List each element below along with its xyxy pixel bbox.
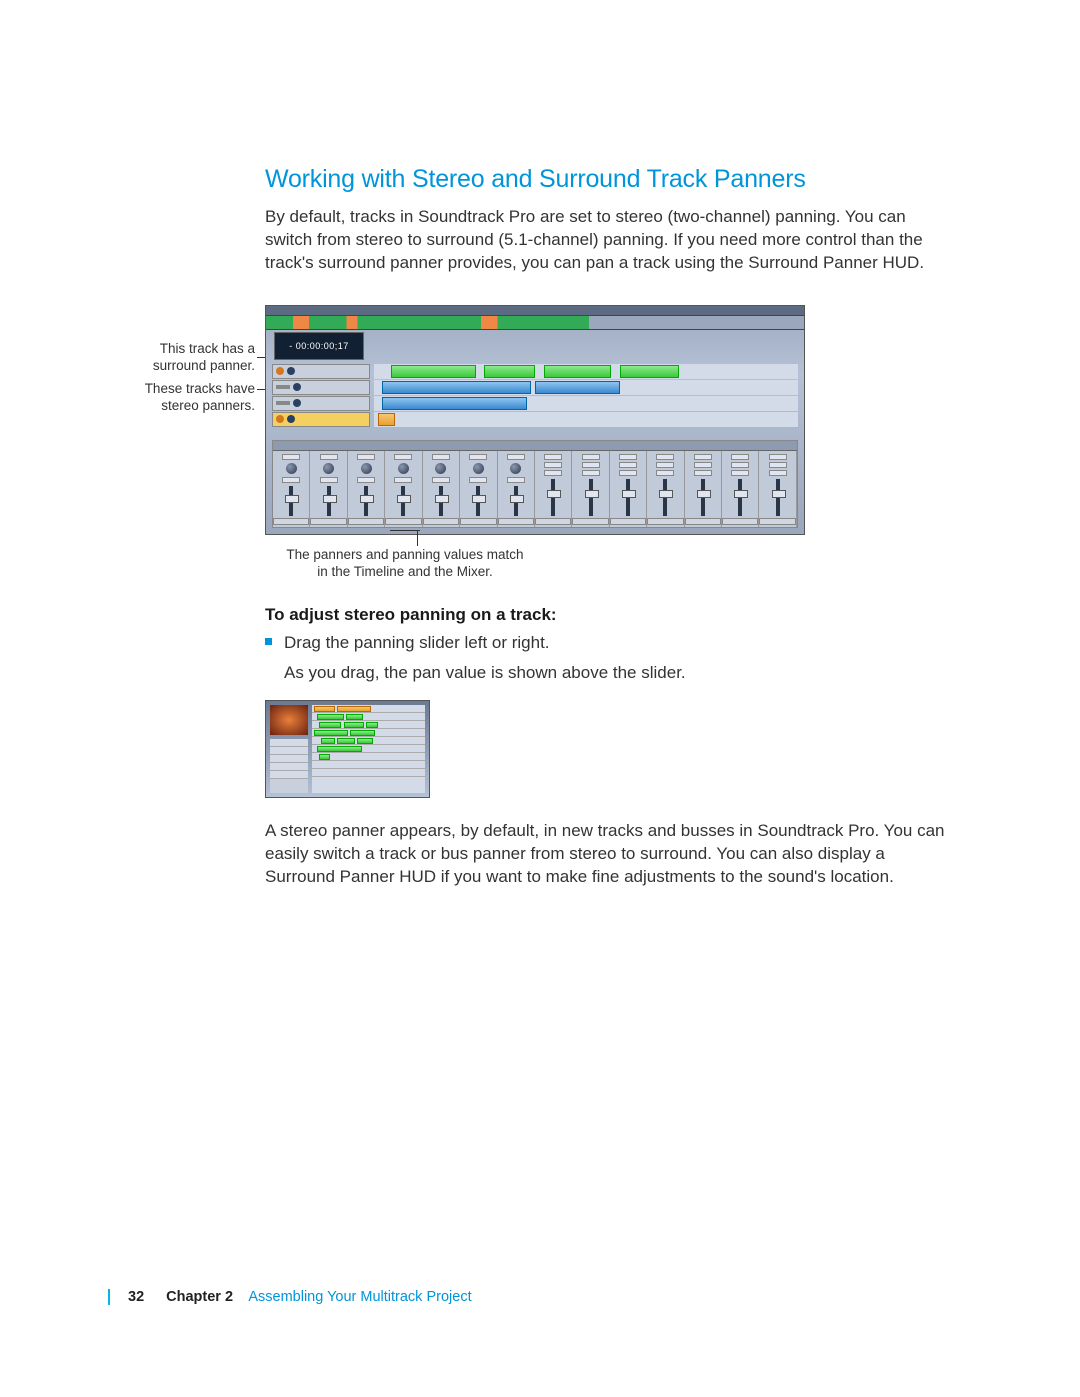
track-header-selected <box>272 412 370 427</box>
channel-strip <box>572 451 609 527</box>
channel-strip <box>385 451 422 527</box>
channel-strip <box>759 451 796 527</box>
callout-connector-line <box>417 530 418 546</box>
timecode-display: - 00:00:00;17 <box>274 332 364 360</box>
video-thumbnail <box>270 705 308 735</box>
track-header <box>272 380 370 395</box>
channel-strip <box>647 451 684 527</box>
procedure-step: Drag the panning slider left or right. <box>265 631 950 655</box>
track-header <box>272 364 370 379</box>
timeline-ruler <box>266 316 804 330</box>
channel-strip <box>310 451 347 527</box>
channel-strip <box>722 451 759 527</box>
callout-surround-panner: This track has a surround panner. <box>120 341 255 375</box>
channel-strip <box>423 451 460 527</box>
small-screenshot-figure <box>265 700 430 798</box>
chapter-label: Chapter 2 <box>166 1289 233 1305</box>
section-heading: Working with Stereo and Surround Track P… <box>265 165 950 194</box>
page-footer: 32 Chapter 2 Assembling Your Multitrack … <box>108 1289 978 1305</box>
main-screenshot-figure: This track has a surround panner. These … <box>130 305 950 585</box>
channel-strip <box>610 451 647 527</box>
mixer-tabs <box>273 441 797 451</box>
channel-strip <box>460 451 497 527</box>
channel-strip <box>498 451 535 527</box>
page-content: Working with Stereo and Surround Track P… <box>130 165 950 897</box>
mixer-panel <box>272 440 798 528</box>
callout-connector-line <box>390 530 420 531</box>
channel-strip <box>685 451 722 527</box>
intro-paragraph: By default, tracks in Soundtrack Pro are… <box>265 206 950 275</box>
channel-strip <box>348 451 385 527</box>
track-header <box>272 396 370 411</box>
mixer-channel-strips <box>273 451 797 527</box>
step-followup-text: As you drag, the pan value is shown abov… <box>284 661 950 685</box>
sidebar-list <box>270 739 308 793</box>
callout-stereo-panners: These tracks have stereo panners. <box>120 381 255 415</box>
window-toolbar <box>266 306 804 316</box>
channel-strip <box>273 451 310 527</box>
bullet-icon <box>265 638 272 645</box>
page-number: 32 <box>128 1289 144 1305</box>
callout-panners-match: The panners and panning values match in … <box>280 547 530 581</box>
procedure-heading: To adjust stereo panning on a track: <box>265 605 950 625</box>
timeline-small <box>312 705 425 793</box>
channel-strip <box>535 451 572 527</box>
track-header-list <box>272 364 370 428</box>
timeline-clips-area <box>374 364 798 428</box>
body-paragraph: A stereo panner appears, by default, in … <box>265 820 950 889</box>
soundtrack-pro-main-window: - 00:00:00;17 <box>265 305 805 535</box>
step-text: Drag the panning slider left or right. <box>284 631 550 655</box>
chapter-title: Assembling Your Multitrack Project <box>248 1289 471 1305</box>
